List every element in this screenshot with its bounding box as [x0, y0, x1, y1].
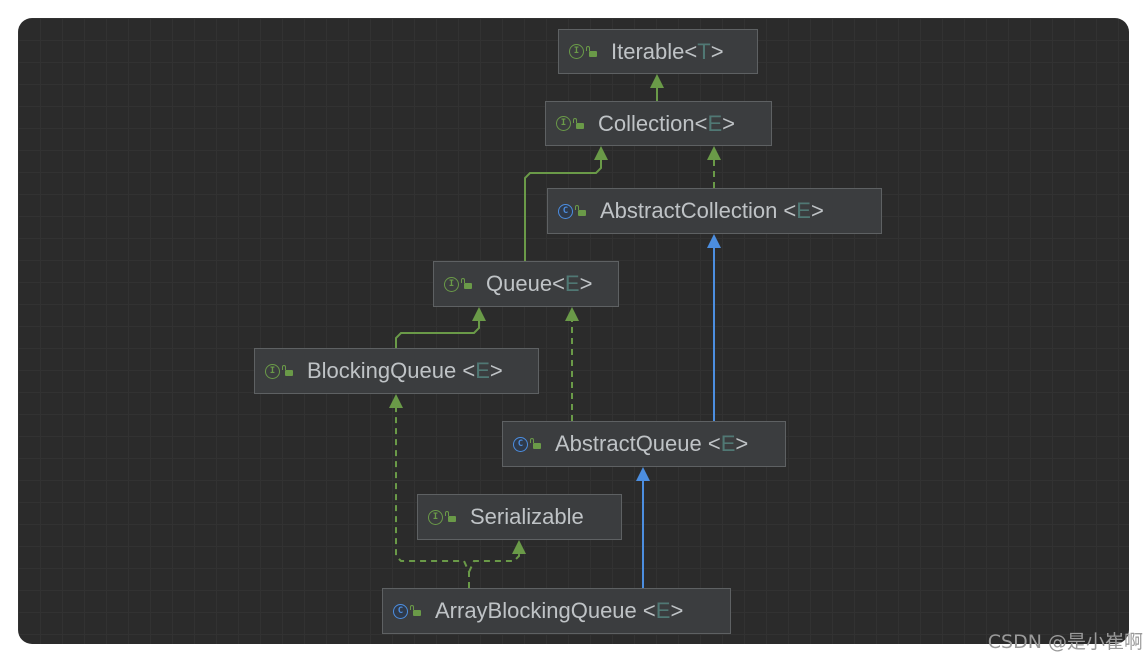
class-icon: C	[513, 436, 528, 452]
node-collection[interactable]: I Collection<E>	[545, 101, 772, 146]
type-parameter: E	[475, 358, 490, 383]
public-lock-icon	[586, 45, 597, 57]
type-name: Iterable	[611, 38, 685, 64]
angle-close: >	[735, 431, 749, 456]
watermark: CSDN @是小崔啊	[987, 631, 1143, 653]
angle-open: <	[552, 271, 565, 296]
angle-open: <	[462, 358, 476, 383]
node-iterable[interactable]: I Iterable<T>	[558, 29, 758, 74]
edge-abstract-queue-to-queue	[565, 307, 579, 421]
edge-arrowhead	[512, 540, 526, 554]
class-icon: C	[393, 603, 408, 619]
edge-collection-to-iterable	[650, 74, 664, 101]
node-label: AbstractQueue <E>	[555, 431, 748, 457]
type-parameter: E	[564, 271, 580, 296]
type-parameter: E	[707, 110, 723, 136]
public-lock-icon	[530, 438, 541, 449]
edge-array-blocking-queue-to-blocking-queue	[389, 394, 470, 588]
type-parameter: E	[655, 598, 671, 623]
edge-arrowhead	[594, 146, 608, 160]
public-lock-icon	[445, 511, 456, 522]
node-label: Serializable	[470, 504, 584, 530]
type-name: Queue	[486, 271, 553, 296]
class-icon: C	[558, 203, 573, 219]
public-lock-icon	[575, 205, 586, 216]
angle-open: <	[694, 110, 708, 136]
type-name: Serializable	[470, 504, 584, 529]
node-label: BlockingQueue <E>	[307, 358, 503, 384]
edge-arrowhead	[636, 467, 650, 481]
node-array-blocking-queue[interactable]: C ArrayBlockingQueue <E>	[382, 588, 731, 634]
node-abstract-queue[interactable]: C AbstractQueue <E>	[502, 421, 786, 467]
diagram-canvas: I Iterable<T> I Collection<E> C AbstractColle…	[18, 18, 1129, 644]
angle-close: >	[710, 38, 724, 64]
type-name: BlockingQueue	[307, 358, 463, 383]
edge-arrowhead	[389, 394, 403, 408]
type-parameter: E	[796, 198, 811, 223]
interface-icon: I	[265, 363, 280, 379]
edge-arrowhead	[707, 234, 721, 248]
interface-icon: I	[444, 276, 459, 292]
edge-arrowhead	[650, 74, 664, 88]
edge-array-blocking-queue-to-serializable	[468, 540, 526, 573]
angle-open: <	[642, 598, 656, 623]
edge-line	[468, 554, 520, 573]
edge-arrowhead	[707, 146, 721, 160]
type-parameter: E	[720, 431, 736, 456]
angle-close: >	[722, 110, 736, 136]
edge-arrowhead	[472, 307, 486, 321]
node-label: Collection<E>	[598, 111, 735, 137]
edge-array-blocking-queue-to-abstract-queue	[636, 467, 650, 588]
type-parameter: T	[697, 38, 711, 64]
public-lock-icon	[410, 605, 421, 616]
node-queue[interactable]: I Queue<E>	[433, 261, 619, 307]
edge-arrowhead	[565, 307, 579, 321]
edge-abstract-queue-to-abstract-collection	[707, 234, 721, 421]
interface-icon: I	[428, 509, 443, 525]
interface-icon: I	[556, 116, 571, 131]
angle-open: <	[783, 198, 797, 223]
angle-close: >	[670, 598, 684, 623]
node-label: AbstractCollection <E>	[600, 198, 824, 224]
angle-close: >	[489, 358, 503, 383]
angle-close: >	[579, 271, 593, 296]
public-lock-icon	[282, 365, 293, 376]
type-name: AbstractQueue	[555, 431, 708, 456]
type-name: Collection	[598, 110, 695, 136]
node-label: Iterable<T>	[611, 39, 724, 65]
node-serializable[interactable]: I Serializable	[417, 494, 622, 540]
angle-close: >	[810, 198, 824, 223]
public-lock-icon	[573, 117, 584, 129]
edge-line	[395, 321, 480, 348]
node-blocking-queue[interactable]: I BlockingQueue <E>	[254, 348, 539, 394]
edge-abstract-collection-to-collection	[707, 146, 721, 188]
angle-open: <	[707, 431, 721, 456]
edge-blocking-queue-to-queue	[395, 307, 486, 348]
node-label: Queue<E>	[486, 271, 592, 297]
interface-icon: I	[569, 44, 584, 59]
type-name: AbstractCollection	[600, 198, 784, 223]
public-lock-icon	[461, 278, 472, 289]
node-label: ArrayBlockingQueue <E>	[435, 598, 683, 624]
angle-open: <	[684, 38, 698, 64]
type-name: ArrayBlockingQueue	[435, 598, 643, 623]
node-abstract-collection[interactable]: C AbstractCollection <E>	[547, 188, 882, 234]
